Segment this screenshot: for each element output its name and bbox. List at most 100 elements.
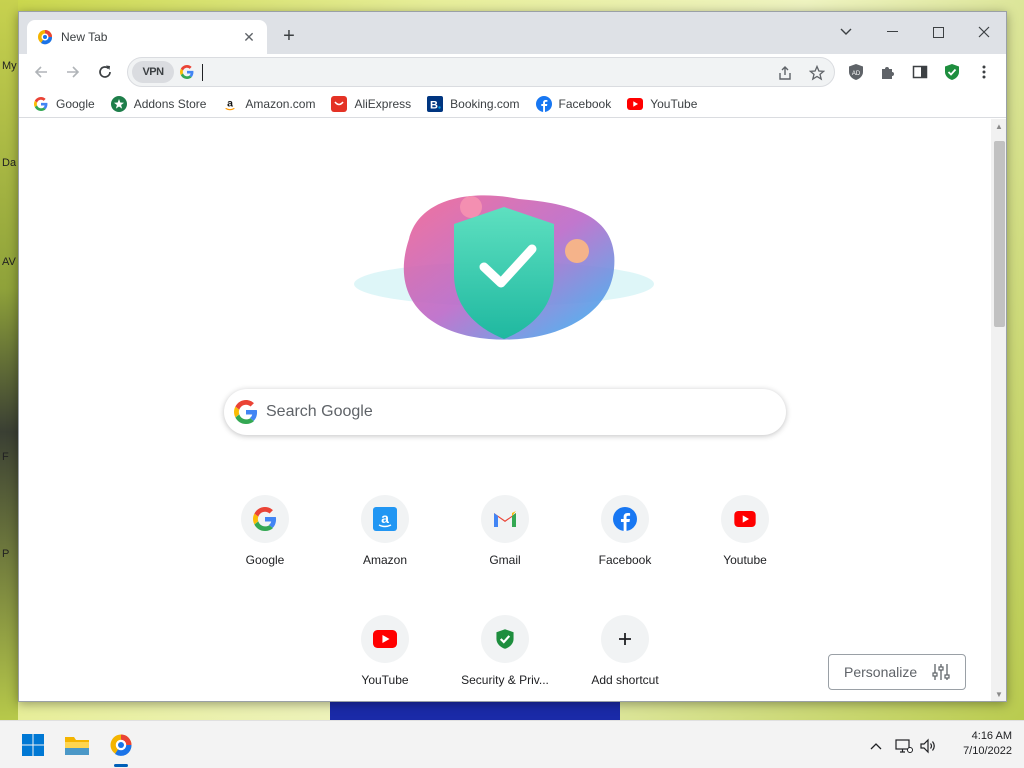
- tab-title: New Tab: [61, 30, 108, 44]
- security-shield-illustration: [354, 195, 654, 340]
- booking-icon: B: [427, 95, 444, 112]
- personalize-button[interactable]: Personalize: [828, 654, 966, 690]
- new-tab-page: Google a Amazon Gmail Facebook Youtube: [19, 119, 991, 701]
- plus-icon: [601, 615, 649, 663]
- new-tab-button[interactable]: +: [277, 25, 301, 49]
- scroll-up-arrow-icon[interactable]: ▲: [995, 122, 1003, 131]
- svg-text:AD: AD: [852, 71, 861, 77]
- sliders-icon: [932, 664, 950, 680]
- maximize-button[interactable]: [915, 18, 961, 46]
- bookmark-booking[interactable]: B Booking.com: [427, 95, 520, 112]
- forward-arrow-icon: [67, 66, 80, 78]
- menu-kebab-icon[interactable]: [974, 62, 994, 82]
- bookmark-star-icon[interactable]: [808, 64, 826, 82]
- security-shield-icon: [481, 615, 529, 663]
- bookmarks-bar: Google Addons Store a Amazon.com AliExpr…: [19, 90, 1006, 118]
- desktop-wallpaper-fragment: [330, 700, 620, 720]
- shortcut-gmail[interactable]: Gmail: [449, 485, 561, 597]
- browser-taskbar-button[interactable]: [105, 729, 137, 761]
- folder-icon: [65, 737, 89, 755]
- bookmark-label: Booking.com: [450, 96, 520, 111]
- system-clock[interactable]: 4:16 AM 7/10/2022: [940, 729, 1012, 759]
- vpn-button[interactable]: VPN: [132, 61, 174, 83]
- desktop-icon-label[interactable]: F: [2, 451, 18, 463]
- scroll-down-arrow-icon[interactable]: ▼: [995, 690, 1003, 699]
- show-hidden-icons-chevron-icon[interactable]: [866, 736, 886, 756]
- facebook-icon: [601, 495, 649, 543]
- vpn-label: VPN: [142, 66, 164, 78]
- adblock-extension-icon[interactable]: AD: [846, 62, 866, 82]
- toolbar: VPN AD: [19, 54, 1006, 90]
- youtube-icon: [361, 615, 409, 663]
- address-input[interactable]: [204, 63, 764, 78]
- tab-close-icon[interactable]: ✕: [241, 29, 257, 46]
- desktop-icon-label[interactable]: Da: [2, 157, 18, 169]
- shortcut-label: Facebook: [598, 553, 652, 567]
- addons-store-icon: [110, 95, 127, 112]
- start-button[interactable]: [17, 729, 49, 761]
- bookmark-aliexpress[interactable]: AliExpress: [331, 95, 411, 112]
- gmail-icon: [481, 495, 529, 543]
- youtube-icon: [627, 96, 644, 112]
- shortcut-google[interactable]: Google: [209, 485, 321, 597]
- aliexpress-icon: [331, 95, 348, 112]
- desktop-icon-label[interactable]: AV: [2, 256, 18, 268]
- shortcut-label: Amazon: [362, 553, 408, 567]
- shortcut-label: Gmail: [489, 553, 521, 567]
- reload-button[interactable]: [93, 60, 117, 84]
- network-icon[interactable]: [894, 736, 914, 756]
- tab-search-chevron-icon[interactable]: [823, 18, 869, 46]
- shortcut-youtube[interactable]: Youtube: [689, 485, 801, 597]
- bookmark-label: Google: [56, 96, 95, 111]
- tab-new-tab[interactable]: New Tab ✕: [27, 20, 267, 54]
- google-icon: [180, 65, 194, 79]
- security-shield-icon[interactable]: [942, 62, 962, 82]
- google-search-box[interactable]: [224, 389, 786, 435]
- bookmark-google[interactable]: Google: [33, 96, 95, 112]
- text-caret: [202, 64, 203, 81]
- back-button[interactable]: [29, 60, 53, 84]
- minimize-button[interactable]: [869, 18, 915, 46]
- shortcut-label: YouTube: [361, 673, 409, 687]
- browser-logo-icon: [110, 734, 132, 756]
- forward-button[interactable]: [61, 60, 85, 84]
- shortcut-label: Add shortcut: [591, 673, 659, 687]
- bookmark-addons-store[interactable]: Addons Store: [110, 95, 206, 112]
- search-input[interactable]: [266, 403, 746, 421]
- desktop-icon-label[interactable]: P: [2, 548, 18, 560]
- volume-icon[interactable]: [918, 736, 938, 756]
- shortcut-security-privacy[interactable]: Security & Priv...: [449, 605, 561, 701]
- close-window-button[interactable]: [961, 18, 1006, 46]
- address-bar[interactable]: VPN: [127, 57, 835, 87]
- svg-text:a: a: [228, 97, 234, 109]
- title-bar: New Tab ✕ +: [19, 12, 1006, 54]
- bookmark-facebook[interactable]: Facebook: [535, 95, 611, 112]
- youtube-icon: [721, 495, 769, 543]
- shortcut-label: Youtube: [723, 553, 767, 567]
- add-shortcut-button[interactable]: Add shortcut: [569, 605, 681, 701]
- google-icon: [241, 495, 289, 543]
- browser-window: New Tab ✕ + VPN AD Google Addons Store a…: [18, 11, 1007, 702]
- windows-logo-icon: [22, 734, 44, 756]
- svg-text:a: a: [381, 510, 389, 526]
- amazon-icon: a: [361, 495, 409, 543]
- bookmark-youtube[interactable]: YouTube: [627, 96, 697, 112]
- scrollbar-thumb[interactable]: [994, 141, 1005, 327]
- clock-date: 7/10/2022: [963, 745, 1012, 757]
- bookmark-label: Amazon.com: [245, 96, 316, 111]
- side-panel-icon[interactable]: [910, 62, 930, 82]
- bookmark-amazon[interactable]: a Amazon.com: [222, 96, 315, 112]
- shortcut-label: Security & Priv...: [461, 673, 549, 687]
- shortcut-facebook[interactable]: Facebook: [569, 485, 681, 597]
- facebook-icon: [535, 95, 552, 112]
- clock-time: 4:16 AM: [971, 730, 1012, 742]
- desktop-icon-label[interactable]: My: [2, 60, 18, 72]
- extensions-puzzle-icon[interactable]: [878, 62, 898, 82]
- file-explorer-button[interactable]: [61, 729, 93, 761]
- page-scrollbar[interactable]: ▲ ▼: [991, 119, 1006, 701]
- share-icon[interactable]: [776, 64, 794, 82]
- taskbar: 4:16 AM 7/10/2022: [0, 720, 1024, 768]
- reload-icon: [99, 65, 111, 78]
- shortcut-youtube[interactable]: YouTube: [329, 605, 441, 701]
- shortcut-amazon[interactable]: a Amazon: [329, 485, 441, 597]
